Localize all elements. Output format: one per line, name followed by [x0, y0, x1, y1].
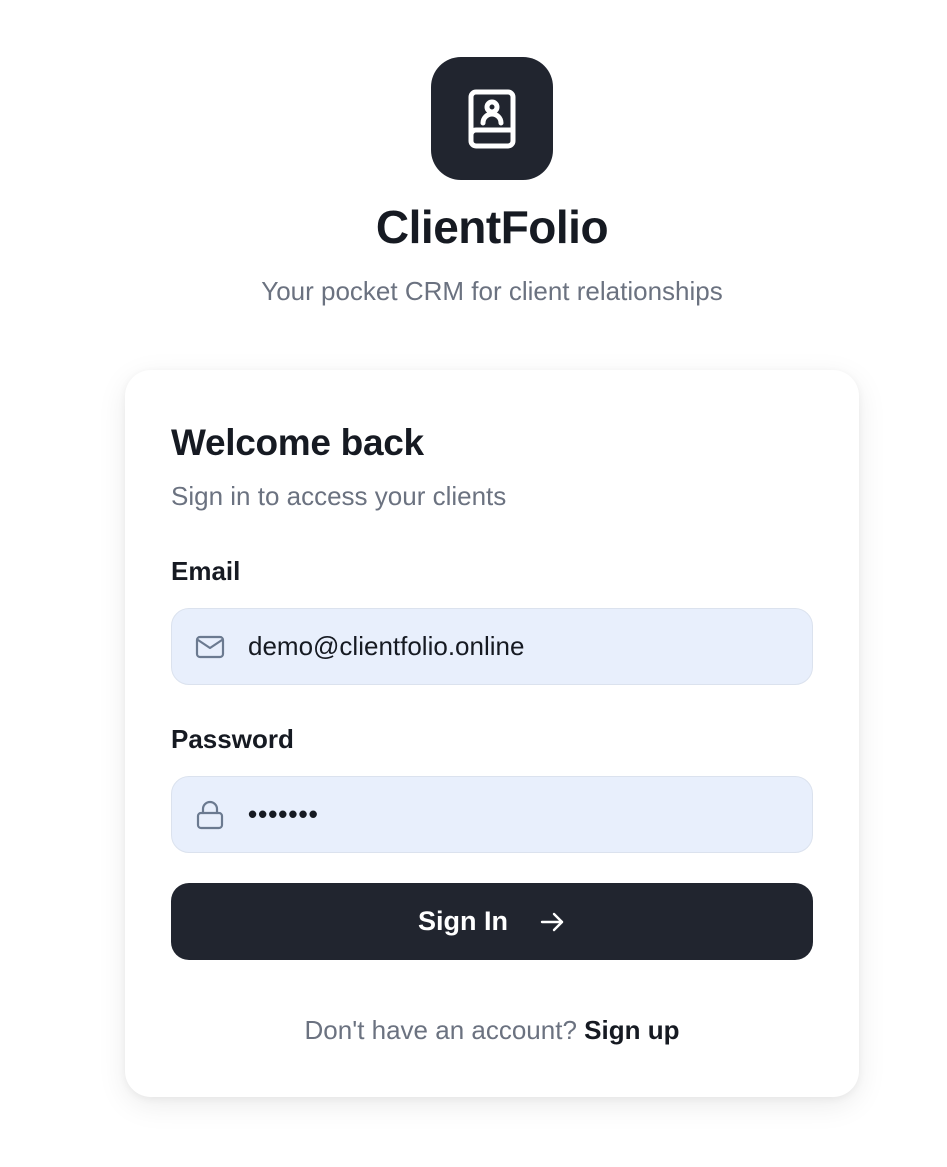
- sign-up-link[interactable]: Sign up: [584, 1015, 679, 1045]
- card-subtitle: Sign in to access your clients: [171, 481, 507, 511]
- app-logo: [431, 57, 553, 180]
- app-tagline: Your pocket CRM for client relationships: [261, 276, 723, 306]
- sign-in-label: Sign In: [418, 906, 508, 936]
- password-field[interactable]: •••••••: [171, 776, 813, 853]
- lock-icon: [194, 799, 226, 831]
- app-title: ClientFolio: [375, 201, 609, 253]
- login-page: ClientFolio Your pocket CRM for client r…: [0, 0, 947, 1167]
- arrow-right-icon: [538, 908, 566, 936]
- card-title: Welcome back: [171, 422, 424, 463]
- password-label: Password: [171, 724, 294, 754]
- mail-icon: [194, 631, 226, 663]
- email-field[interactable]: demo@clientfolio.online: [171, 608, 813, 685]
- signup-prompt: Don't have an account?: [304, 1015, 585, 1045]
- email-value[interactable]: demo@clientfolio.online: [248, 631, 524, 662]
- password-value[interactable]: •••••••: [248, 799, 319, 830]
- sign-in-button[interactable]: Sign In: [171, 883, 813, 960]
- signin-card: Welcome back Sign in to access your clie…: [125, 370, 859, 1097]
- contact-book-icon: [468, 89, 516, 148]
- signup-row: Don't have an account? Sign up: [125, 1015, 859, 1046]
- email-label: Email: [171, 556, 241, 586]
